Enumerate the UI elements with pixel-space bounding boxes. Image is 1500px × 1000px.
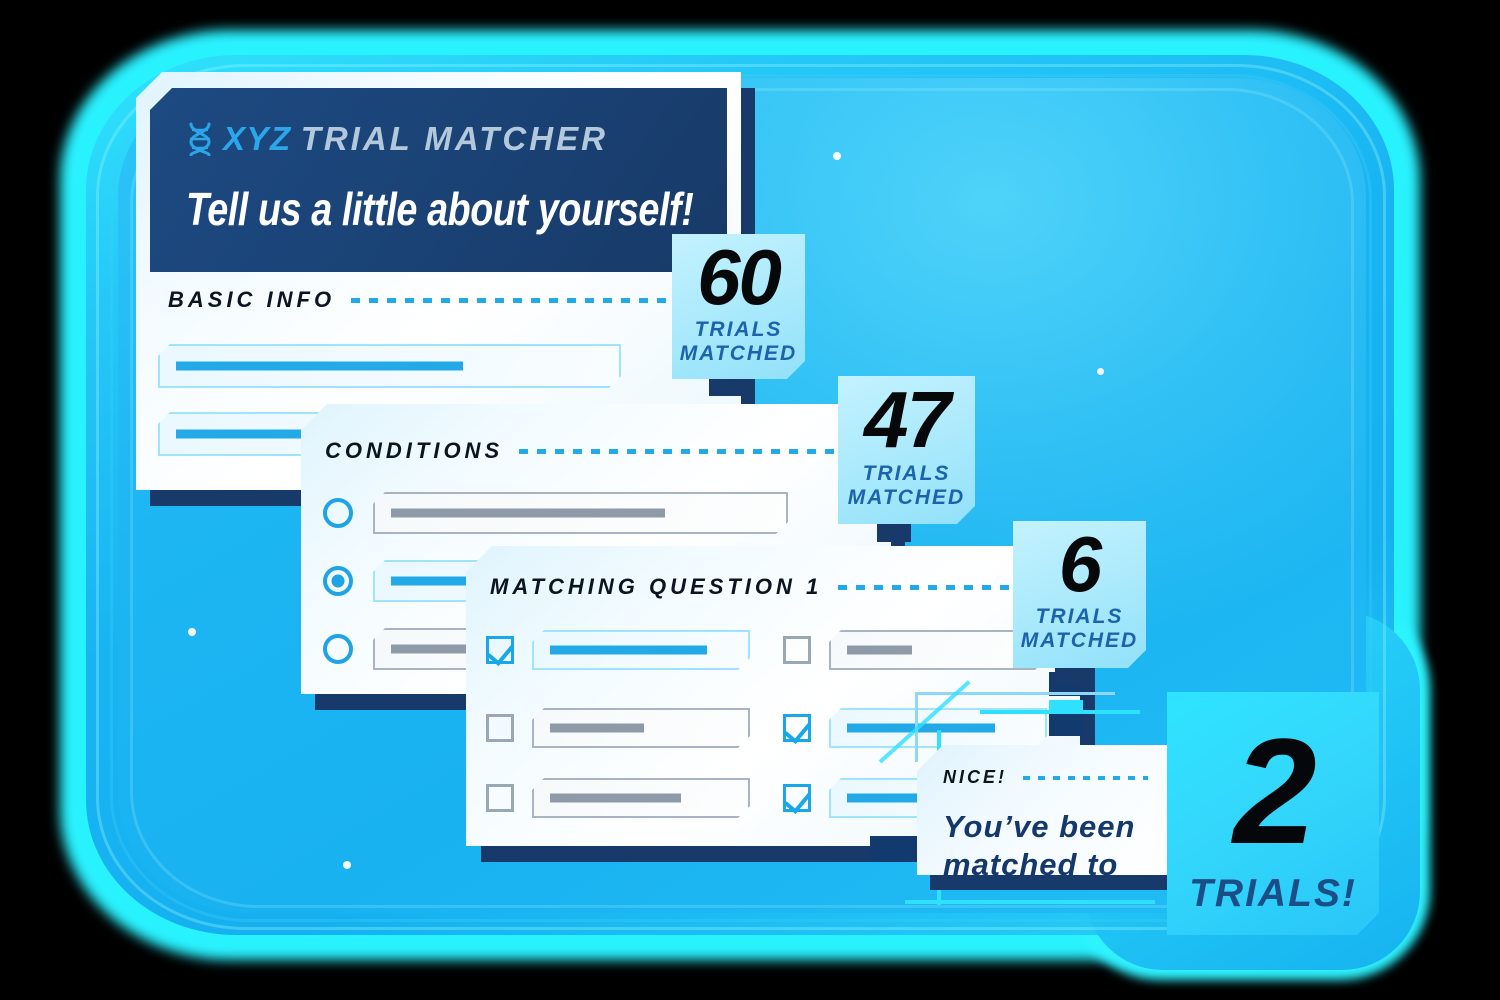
dotted-rule [1023,775,1148,780]
badge-count: 6 [1058,520,1101,608]
final-result-badge: 2 TRIALS! [1167,692,1379,935]
badge-count: 47 [864,375,949,464]
matching-option-left-2[interactable] [532,708,750,748]
nice-label: NICE! [943,767,1007,787]
matching-checkbox-row[interactable] [486,708,750,748]
checkbox-checked-icon[interactable] [486,636,514,664]
page-title: Tell us a little about yourself! [186,183,694,235]
radio-selected-icon[interactable] [323,566,353,596]
checkbox-icon[interactable] [783,636,811,664]
input-value-bar [176,362,463,371]
checkbox-icon[interactable] [486,784,514,812]
result-message-line-1: You’ve been [943,809,1136,844]
condition-field-1[interactable] [373,492,788,534]
field-value-bar [847,646,912,655]
result-message-card: NICE! You’ve been matched to [917,745,1167,875]
poster-canvas: XYZ TRIAL MATCHER Tell us a little about… [0,0,1500,1000]
field-value-bar [391,509,665,518]
checkbox-icon[interactable] [486,714,514,742]
matching-checkbox-row[interactable] [783,630,1047,670]
dna-helix-icon [186,122,214,157]
field-value-bar [550,794,681,803]
background-dot [188,628,196,636]
background-dot [1097,368,1104,375]
checkbox-checked-icon[interactable] [783,784,811,812]
trials-matched-badge-47: 47 TRIALS MATCHED [838,376,975,524]
final-count: 2 [1233,707,1313,875]
conditions-option-row[interactable] [323,492,788,534]
matching-question-label: MATCHING QUESTION 1 [490,574,823,599]
trials-matched-badge-6: 6 TRIALS MATCHED [1013,521,1146,668]
field-value-bar [550,646,707,655]
matching-option-left-1[interactable] [532,630,750,670]
basic-info-input-1[interactable] [158,344,621,388]
matching-option-left-3[interactable] [532,778,750,818]
matching-question-section-header: MATCHING QUESTION 1 [490,574,1055,600]
trials-matched-badge-60: 60 TRIALS MATCHED [672,234,805,379]
dotted-rule [351,297,708,303]
conditions-section-header: CONDITIONS [325,438,865,464]
final-label: TRIALS! [1189,872,1357,915]
background-dot [343,861,351,869]
brand-lockup: XYZ TRIAL MATCHER [186,120,608,158]
basic-info-section-header: BASIC INFO [168,287,708,313]
nice-section-header: NICE! [943,767,1148,788]
badge-label-line-1: TRIALS [1035,605,1124,629]
brand-name: XYZ [223,120,292,157]
tech-line [980,710,1140,714]
radio-icon[interactable] [323,634,353,664]
dotted-rule [519,448,865,454]
app-header: XYZ TRIAL MATCHER Tell us a little about… [150,88,727,272]
badge-label-line-2: MATCHED [679,341,798,365]
badge-label-line-1: TRIALS [862,462,951,485]
conditions-label: CONDITIONS [325,438,504,463]
field-value-bar [550,724,644,733]
checkbox-checked-icon[interactable] [783,714,811,742]
tech-line [905,900,1155,904]
badge-count: 60 [697,233,780,321]
radio-icon[interactable] [323,498,353,528]
matching-checkbox-row[interactable] [486,778,750,818]
basic-info-label: BASIC INFO [168,287,336,312]
badge-label-line-2: MATCHED [847,485,966,509]
badge-label-line-2: MATCHED [1020,628,1139,652]
tech-line [1049,700,1083,710]
matching-checkbox-row[interactable] [486,630,750,670]
tech-line [1049,714,1083,736]
background-dot [833,152,841,160]
product-name: TRIAL MATCHER [300,120,608,157]
tech-line [915,692,1115,695]
badge-label-line-1: TRIALS [694,318,783,342]
